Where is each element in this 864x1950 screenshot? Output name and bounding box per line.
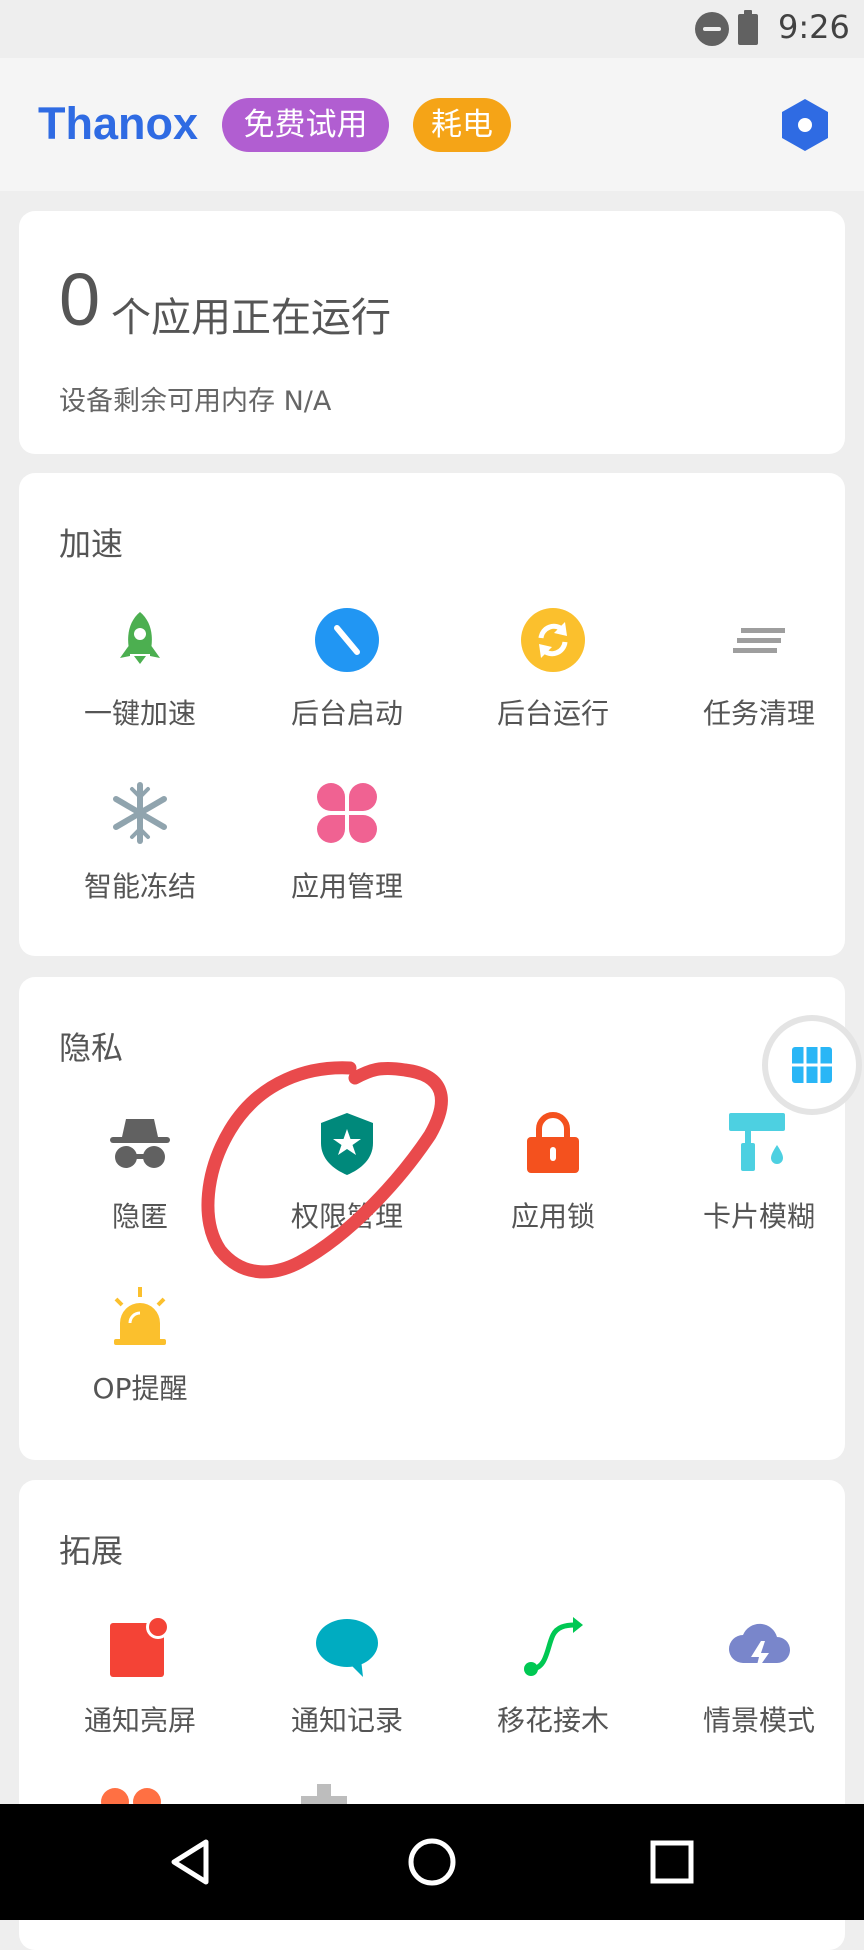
- feature-label: 后台运行: [496, 697, 609, 730]
- recents-icon[interactable]: [644, 1834, 700, 1890]
- trial-badge[interactable]: 免费试用: [222, 98, 389, 152]
- shield-star-icon: [321, 1113, 373, 1175]
- memory-info: 设备剩余可用内存 N/A: [59, 386, 332, 417]
- feature-background-start[interactable]: 后台启动: [244, 608, 450, 748]
- section-title-extend: 拓展: [59, 1532, 124, 1570]
- feature-incognito[interactable]: 隐匿: [37, 1111, 243, 1251]
- running-app-label: 个应用正在运行: [111, 295, 391, 341]
- floating-action-button[interactable]: [768, 1021, 856, 1109]
- background-start-icon: [315, 608, 379, 672]
- speed-section: 加速 一键加速 后台启动 后台运行 任务清理 智能冻结 应用管理: [19, 473, 845, 956]
- route-icon: [524, 1617, 583, 1676]
- feature-graft[interactable]: 移花接木: [450, 1615, 656, 1755]
- power-usage-badge[interactable]: 耗电: [413, 98, 511, 152]
- feature-notification-record[interactable]: 通知记录: [244, 1615, 450, 1755]
- feature-label: 隐匿: [111, 1200, 168, 1233]
- do-not-disturb-icon: [695, 12, 729, 46]
- app-manage-icon: [317, 783, 377, 843]
- feature-label: 通知亮屏: [83, 1704, 196, 1737]
- feature-notification-screen-on[interactable]: 通知亮屏: [37, 1615, 243, 1755]
- navigation-bar: [0, 1804, 864, 1920]
- app-bar: Thanox 免费试用 耗电: [0, 58, 864, 191]
- section-title-speed: 加速: [59, 525, 124, 563]
- battery-icon: [738, 10, 758, 45]
- back-icon[interactable]: [164, 1834, 220, 1890]
- feature-smart-freeze[interactable]: 智能冻结: [37, 781, 243, 921]
- status-bar: 9:26: [0, 0, 864, 58]
- feature-label: 一键加速: [83, 697, 196, 730]
- running-status-card[interactable]: 0 个应用正在运行 设备剩余可用内存 N/A: [19, 211, 845, 454]
- settings-hexagon-icon[interactable]: [776, 96, 834, 154]
- feature-label: 智能冻结: [83, 870, 196, 903]
- background-run-icon: [521, 608, 585, 672]
- feature-app-lock[interactable]: 应用锁: [450, 1111, 656, 1251]
- notification-icon: [110, 1615, 170, 1677]
- feature-permission-manage[interactable]: 权限管理: [244, 1111, 450, 1251]
- cloud-bolt-icon: [729, 1623, 790, 1673]
- home-icon[interactable]: [404, 1834, 460, 1890]
- feature-label: 通知记录: [290, 1704, 403, 1737]
- status-time: 9:26: [778, 8, 850, 46]
- running-app-count: 0: [59, 258, 101, 341]
- feature-label: 应用管理: [290, 870, 403, 903]
- snowflake-icon: [113, 782, 167, 844]
- feature-label: 移花接木: [496, 1704, 609, 1737]
- feature-boost[interactable]: 一键加速: [37, 608, 243, 748]
- feature-label: 情景模式: [702, 1704, 815, 1737]
- feature-label: OP提醒: [92, 1372, 188, 1405]
- feature-label: 应用锁: [510, 1200, 595, 1233]
- app-title: Thanox: [38, 98, 199, 149]
- feature-label: 后台启动: [290, 697, 403, 730]
- feature-op-remind[interactable]: OP提醒: [37, 1283, 243, 1423]
- feature-scene-mode[interactable]: 情景模式: [656, 1615, 862, 1755]
- section-title-privacy: 隐私: [59, 1029, 124, 1067]
- feature-app-manage[interactable]: 应用管理: [244, 781, 450, 921]
- feature-card-blur[interactable]: 卡片模糊: [656, 1111, 862, 1251]
- feature-label: 任务清理: [702, 697, 815, 730]
- paint-roller-icon: [729, 1113, 785, 1171]
- feature-label: 卡片模糊: [702, 1200, 815, 1233]
- task-clean-icon: [733, 628, 785, 653]
- alarm-light-icon: [114, 1287, 166, 1345]
- privacy-section: 隐私 隐匿 权限管理 应用锁 卡片模糊 OP提醒: [19, 977, 845, 1460]
- rocket-icon: [120, 612, 160, 664]
- feature-background-run[interactable]: 后台运行: [450, 608, 656, 748]
- feature-task-clean[interactable]: 任务清理: [656, 608, 862, 748]
- cube-icon: [792, 1047, 832, 1083]
- lock-icon: [527, 1112, 579, 1173]
- chat-bubble-icon: [316, 1619, 378, 1677]
- feature-label: 权限管理: [290, 1200, 403, 1233]
- incognito-icon: [110, 1119, 170, 1168]
